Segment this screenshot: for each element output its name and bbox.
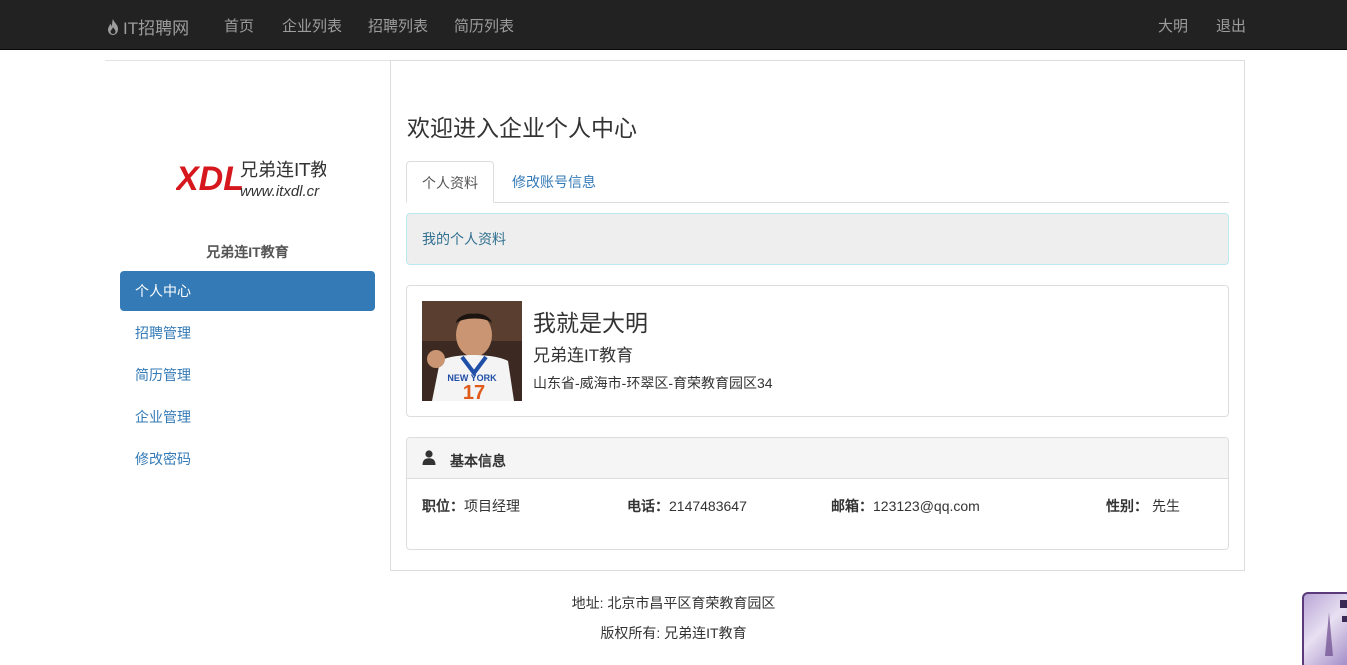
field-gender-label: 性别： — [1106, 498, 1148, 514]
field-position-label: 职位： — [422, 498, 464, 514]
brand[interactable]: IT招聘网 — [105, 14, 189, 39]
footer-address: 地址: 北京市昌平区育荣教育园区 — [571, 595, 776, 611]
divider — [105, 60, 391, 61]
svg-text:17: 17 — [463, 382, 485, 401]
sidebar-item-recruitment[interactable]: 招聘管理 — [120, 313, 375, 353]
svg-text:www.itxdl.cr: www.itxdl.cr — [240, 183, 320, 200]
svg-text:XDL: XDL — [176, 160, 244, 198]
sidebar-item-resumes[interactable]: 简历管理 — [120, 355, 375, 395]
nav-logout[interactable]: 退出 — [1216, 15, 1246, 36]
nav-resume-list[interactable]: 简历列表 — [454, 15, 514, 36]
basic-info-title: 基本信息 — [450, 453, 506, 469]
footer-copyright: 版权所有: 兄弟连IT教育 — [600, 625, 747, 641]
section-banner: 我的个人资料 — [406, 213, 1229, 265]
field-phone: 电话：2147483647 — [627, 496, 747, 516]
sidebar-company-name: 兄弟连IT教育 — [206, 244, 289, 260]
tab-profile[interactable]: 个人资料 — [406, 161, 494, 203]
nav-home[interactable]: 首页 — [224, 15, 254, 36]
profile-name: 我就是大明 — [533, 310, 648, 336]
field-email-value: 123123@qq.com — [873, 498, 980, 514]
nav-company-list[interactable]: 企业列表 — [282, 15, 342, 36]
company-logo: XDL 兄弟连IT教育 www.itxdl.cr — [176, 160, 326, 200]
basic-info-panel: 基本信息 职位：项目经理 电话：2147483647 邮箱：123123@qq.… — [406, 437, 1229, 550]
field-phone-value: 2147483647 — [669, 498, 747, 514]
nav-job-list[interactable]: 招聘列表 — [368, 15, 428, 36]
field-gender: 性别： 先生 — [1106, 496, 1180, 516]
sidebar-item-change-password[interactable]: 修改密码 — [120, 439, 375, 479]
field-phone-label: 电话： — [627, 498, 669, 514]
profile-company: 兄弟连IT教育 — [533, 346, 634, 365]
profile-card: NEW YORK 17 我就是大明 兄弟连IT教育 山东省-威海市-环翠区-育荣… — [406, 285, 1229, 417]
user-icon — [422, 450, 436, 465]
field-gender-value: 先生 — [1152, 498, 1180, 514]
brand-text: IT招聘网 — [123, 19, 190, 38]
field-email-label: 邮箱： — [831, 498, 873, 514]
flame-icon — [108, 18, 118, 35]
sidebar-item-personal-center[interactable]: 个人中心 — [120, 271, 375, 311]
basic-info-header: 基本信息 — [407, 438, 1228, 479]
top-navbar: IT招聘网 首页 企业列表 招聘列表 简历列表 大明 退出 — [0, 0, 1347, 50]
tab-edit-account[interactable]: 修改账号信息 — [497, 161, 611, 203]
svg-text:兄弟连IT教育: 兄弟连IT教育 — [240, 160, 326, 181]
floating-qr-widget[interactable] — [1302, 592, 1347, 665]
profile-address: 山东省-威海市-环翠区-育荣教育园区34 — [533, 375, 773, 391]
page-title: 欢迎进入企业个人中心 — [407, 115, 637, 141]
sidebar-item-company[interactable]: 企业管理 — [120, 397, 375, 437]
nav-user[interactable]: 大明 — [1158, 15, 1188, 36]
field-position-value: 项目经理 — [464, 498, 520, 514]
field-email: 邮箱：123123@qq.com — [831, 496, 980, 516]
field-position: 职位：项目经理 — [422, 496, 520, 516]
avatar: NEW YORK 17 — [422, 301, 522, 401]
